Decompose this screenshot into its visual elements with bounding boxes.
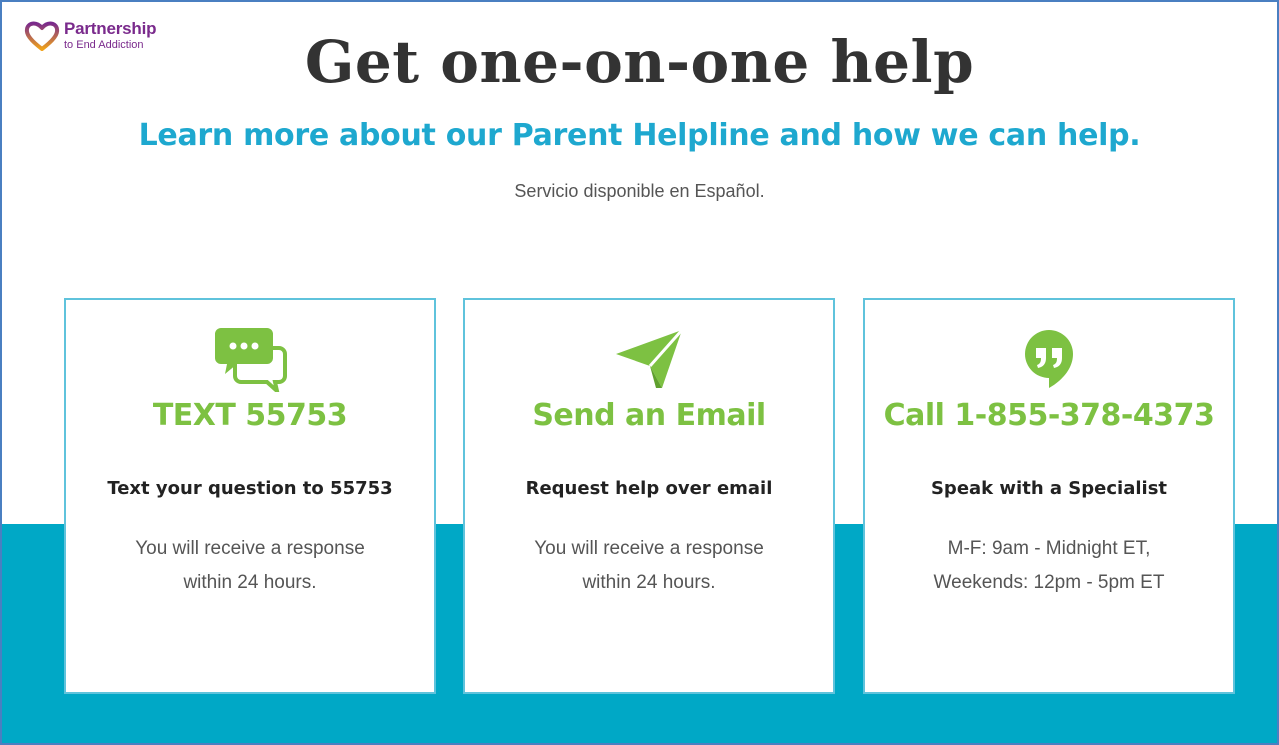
card-body: You will receive a response within 24 ho… <box>86 532 414 600</box>
card-subheading: Speak with a Specialist <box>930 478 1168 499</box>
text-help-card[interactable]: TEXT 55753 Text your question to 55753 Y… <box>64 298 436 694</box>
card-subheading: Request help over email <box>525 478 773 499</box>
card-body: M-F: 9am - Midnight ET, Weekends: 12pm -… <box>885 532 1213 600</box>
paper-plane-icon <box>616 329 684 388</box>
page-title: Get one-on-one help <box>304 28 975 96</box>
email-help-card[interactable]: Send an Email Request help over email Yo… <box>463 298 835 694</box>
card-heading: Send an Email <box>532 398 766 433</box>
spanish-availability-note: Servicio disponible en Español. <box>514 181 765 201</box>
card-subheading: Text your question to 55753 <box>107 478 393 499</box>
card-body-line: within 24 hours. <box>582 572 716 593</box>
card-body-line: M-F: 9am - Midnight ET, <box>947 538 1151 559</box>
chat-bubbles-icon <box>215 328 287 392</box>
card-heading: TEXT 55753 <box>152 398 348 433</box>
card-body-line: Weekends: 12pm - 5pm ET <box>933 572 1165 593</box>
card-body: You will receive a response within 24 ho… <box>485 532 813 600</box>
card-heading: Call 1-855-378-4373 <box>883 398 1215 433</box>
card-body-line: You will receive a response <box>534 538 764 559</box>
card-body-line: within 24 hours. <box>183 572 317 593</box>
helpline-link[interactable]: Learn more about our Parent Helpline and… <box>2 118 1277 153</box>
card-body-line: You will receive a response <box>135 538 365 559</box>
call-help-card[interactable]: Call 1-855-378-4373 Speak with a Special… <box>863 298 1235 694</box>
quote-bubble-icon <box>1025 330 1073 388</box>
page-frame: Partnership to End Addiction Get one-on-… <box>0 0 1279 745</box>
